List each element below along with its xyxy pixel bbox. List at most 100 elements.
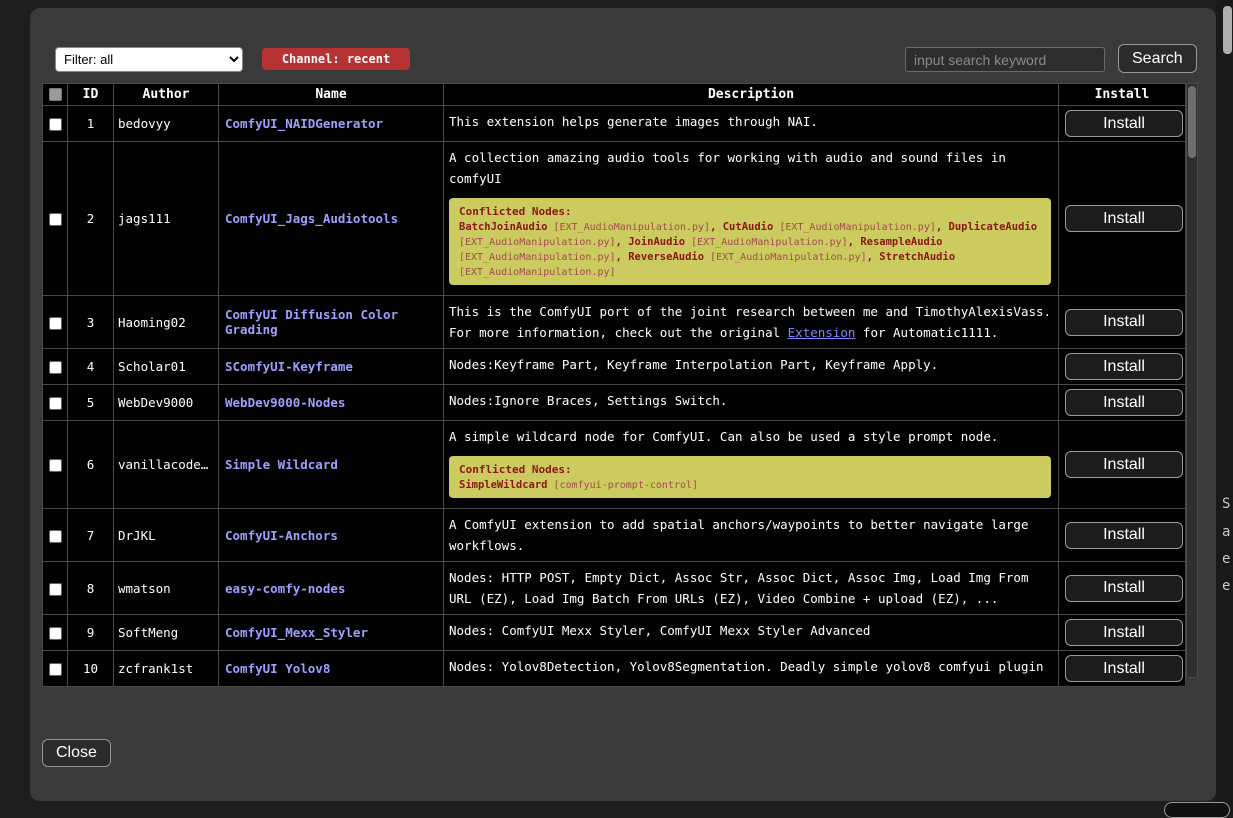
row-name-link[interactable]: WebDev9000-Nodes [219, 385, 444, 421]
install-custom-nodes-dialog: Filter: all Channel: recent Search ID Au… [30, 8, 1216, 801]
row-name-link[interactable]: easy-comfy-nodes [219, 562, 444, 615]
row-name-link[interactable]: ComfyUI Yolov8 [219, 651, 444, 687]
row-id: 1 [68, 106, 114, 142]
background-text-fragment: S [1222, 496, 1230, 512]
row-checkbox[interactable] [49, 317, 62, 330]
header-description: Description [444, 84, 1059, 106]
background-text-fragment: e [1222, 578, 1230, 594]
conflict-node-source: [comfyui-prompt-control] [548, 480, 699, 491]
row-select-cell [43, 142, 68, 296]
row-install-cell: Install [1059, 615, 1186, 651]
install-button[interactable]: Install [1065, 451, 1183, 478]
row-description: Nodes: HTTP POST, Empty Dict, Assoc Str,… [444, 562, 1059, 615]
install-button[interactable]: Install [1065, 575, 1183, 602]
table-row: 5WebDev9000WebDev9000-NodesNodes:Ignore … [43, 385, 1186, 421]
conflict-node-name: CutAudio [723, 221, 774, 233]
row-description: A simple wildcard node for ComfyUI. Can … [444, 421, 1059, 509]
conflict-node-name: ResampleAudio [860, 236, 942, 248]
row-id: 10 [68, 651, 114, 687]
filter-select[interactable]: Filter: all [55, 47, 243, 72]
row-name-link[interactable]: ComfyUI_Mexx_Styler [219, 615, 444, 651]
header-id: ID [68, 84, 114, 106]
row-checkbox[interactable] [49, 397, 62, 410]
row-description: A ComfyUI extension to add spatial ancho… [444, 509, 1059, 562]
row-author: Scholar01 [114, 349, 219, 385]
row-id: 6 [68, 421, 114, 509]
conflict-node-name: ReverseAudio [628, 251, 704, 263]
table-scrollbar-thumb[interactable] [1188, 86, 1196, 158]
conflict-separator: , [848, 236, 861, 248]
table-row: 10zcfrank1stComfyUI Yolov8Nodes: Yolov8D… [43, 651, 1186, 687]
install-button[interactable]: Install [1065, 522, 1183, 549]
row-description: Nodes:Ignore Braces, Settings Switch. [444, 385, 1059, 421]
row-install-cell: Install [1059, 421, 1186, 509]
table-scrollbar[interactable] [1186, 83, 1198, 678]
row-select-cell [43, 651, 68, 687]
row-checkbox[interactable] [49, 213, 62, 226]
row-select-cell [43, 562, 68, 615]
table-row: 7DrJKLComfyUI-AnchorsA ComfyUI extension… [43, 509, 1186, 562]
select-all-header-cell [43, 84, 68, 106]
row-name-link[interactable]: ComfyUI_Jags_Audiotools [219, 142, 444, 296]
row-select-cell [43, 385, 68, 421]
row-select-cell [43, 509, 68, 562]
row-install-cell: Install [1059, 651, 1186, 687]
row-checkbox[interactable] [49, 627, 62, 640]
row-install-cell: Install [1059, 296, 1186, 349]
conflict-title: Conflicted Nodes: [459, 205, 1041, 218]
install-button[interactable]: Install [1065, 655, 1183, 682]
select-all-checkbox[interactable] [49, 88, 62, 101]
row-install-cell: Install [1059, 385, 1186, 421]
row-checkbox[interactable] [49, 663, 62, 676]
close-button[interactable]: Close [42, 739, 111, 767]
row-install-cell: Install [1059, 106, 1186, 142]
table-header-row: ID Author Name Description Install [43, 84, 1186, 106]
install-button[interactable]: Install [1065, 110, 1183, 137]
description-link[interactable]: Extension [788, 325, 856, 340]
table-row: 6vanillacode…Simple WildcardA simple wil… [43, 421, 1186, 509]
install-button[interactable]: Install [1065, 205, 1183, 232]
row-name-link[interactable]: ComfyUI Diffusion Color Grading [219, 296, 444, 349]
row-name-link[interactable]: SComfyUI-Keyframe [219, 349, 444, 385]
row-author: bedovyy [114, 106, 219, 142]
conflict-title: Conflicted Nodes: [459, 463, 1041, 476]
row-name-link[interactable]: ComfyUI_NAIDGenerator [219, 106, 444, 142]
background-text-fragment: e [1222, 551, 1230, 567]
row-checkbox[interactable] [49, 118, 62, 131]
search-button[interactable]: Search [1118, 44, 1197, 73]
conflict-node-source: [EXT_AudioManipulation.py] [459, 237, 616, 248]
table-row: 8wmatsoneasy-comfy-nodesNodes: HTTP POST… [43, 562, 1186, 615]
row-author: vanillacode… [114, 421, 219, 509]
install-button[interactable]: Install [1065, 619, 1183, 646]
channel-badge: Channel: recent [262, 48, 410, 70]
install-button[interactable]: Install [1065, 353, 1183, 380]
row-checkbox[interactable] [49, 583, 62, 596]
table-row: 9SoftMengComfyUI_Mexx_StylerNodes: Comfy… [43, 615, 1186, 651]
row-name-link[interactable]: Simple Wildcard [219, 421, 444, 509]
row-description: A collection amazing audio tools for wor… [444, 142, 1059, 296]
conflicted-nodes-box: Conflicted Nodes:SimpleWildcard [comfyui… [449, 456, 1051, 498]
conflict-node-name: DuplicateAudio [949, 221, 1038, 233]
conflicted-nodes-box: Conflicted Nodes:BatchJoinAudio [EXT_Aud… [449, 198, 1051, 285]
row-description: Nodes: ComfyUI Mexx Styler, ComfyUI Mexx… [444, 615, 1059, 651]
conflict-separator: , [710, 221, 723, 233]
page-scrollbar-thumb[interactable] [1223, 6, 1232, 54]
row-author: WebDev9000 [114, 385, 219, 421]
search-input[interactable] [905, 47, 1105, 72]
row-install-cell: Install [1059, 509, 1186, 562]
row-id: 8 [68, 562, 114, 615]
conflict-node-source: [EXT_AudioManipulation.py] [548, 222, 711, 233]
header-install: Install [1059, 84, 1186, 106]
row-author: zcfrank1st [114, 651, 219, 687]
row-name-link[interactable]: ComfyUI-Anchors [219, 509, 444, 562]
row-author: Haoming02 [114, 296, 219, 349]
install-button[interactable]: Install [1065, 389, 1183, 416]
row-checkbox[interactable] [49, 459, 62, 472]
install-button[interactable]: Install [1065, 309, 1183, 336]
background-text-fragment: a [1222, 524, 1230, 540]
row-install-cell: Install [1059, 142, 1186, 296]
row-checkbox[interactable] [49, 361, 62, 374]
row-checkbox[interactable] [49, 530, 62, 543]
custom-nodes-table: ID Author Name Description Install 1bedo… [42, 83, 1186, 687]
row-author: jags111 [114, 142, 219, 296]
